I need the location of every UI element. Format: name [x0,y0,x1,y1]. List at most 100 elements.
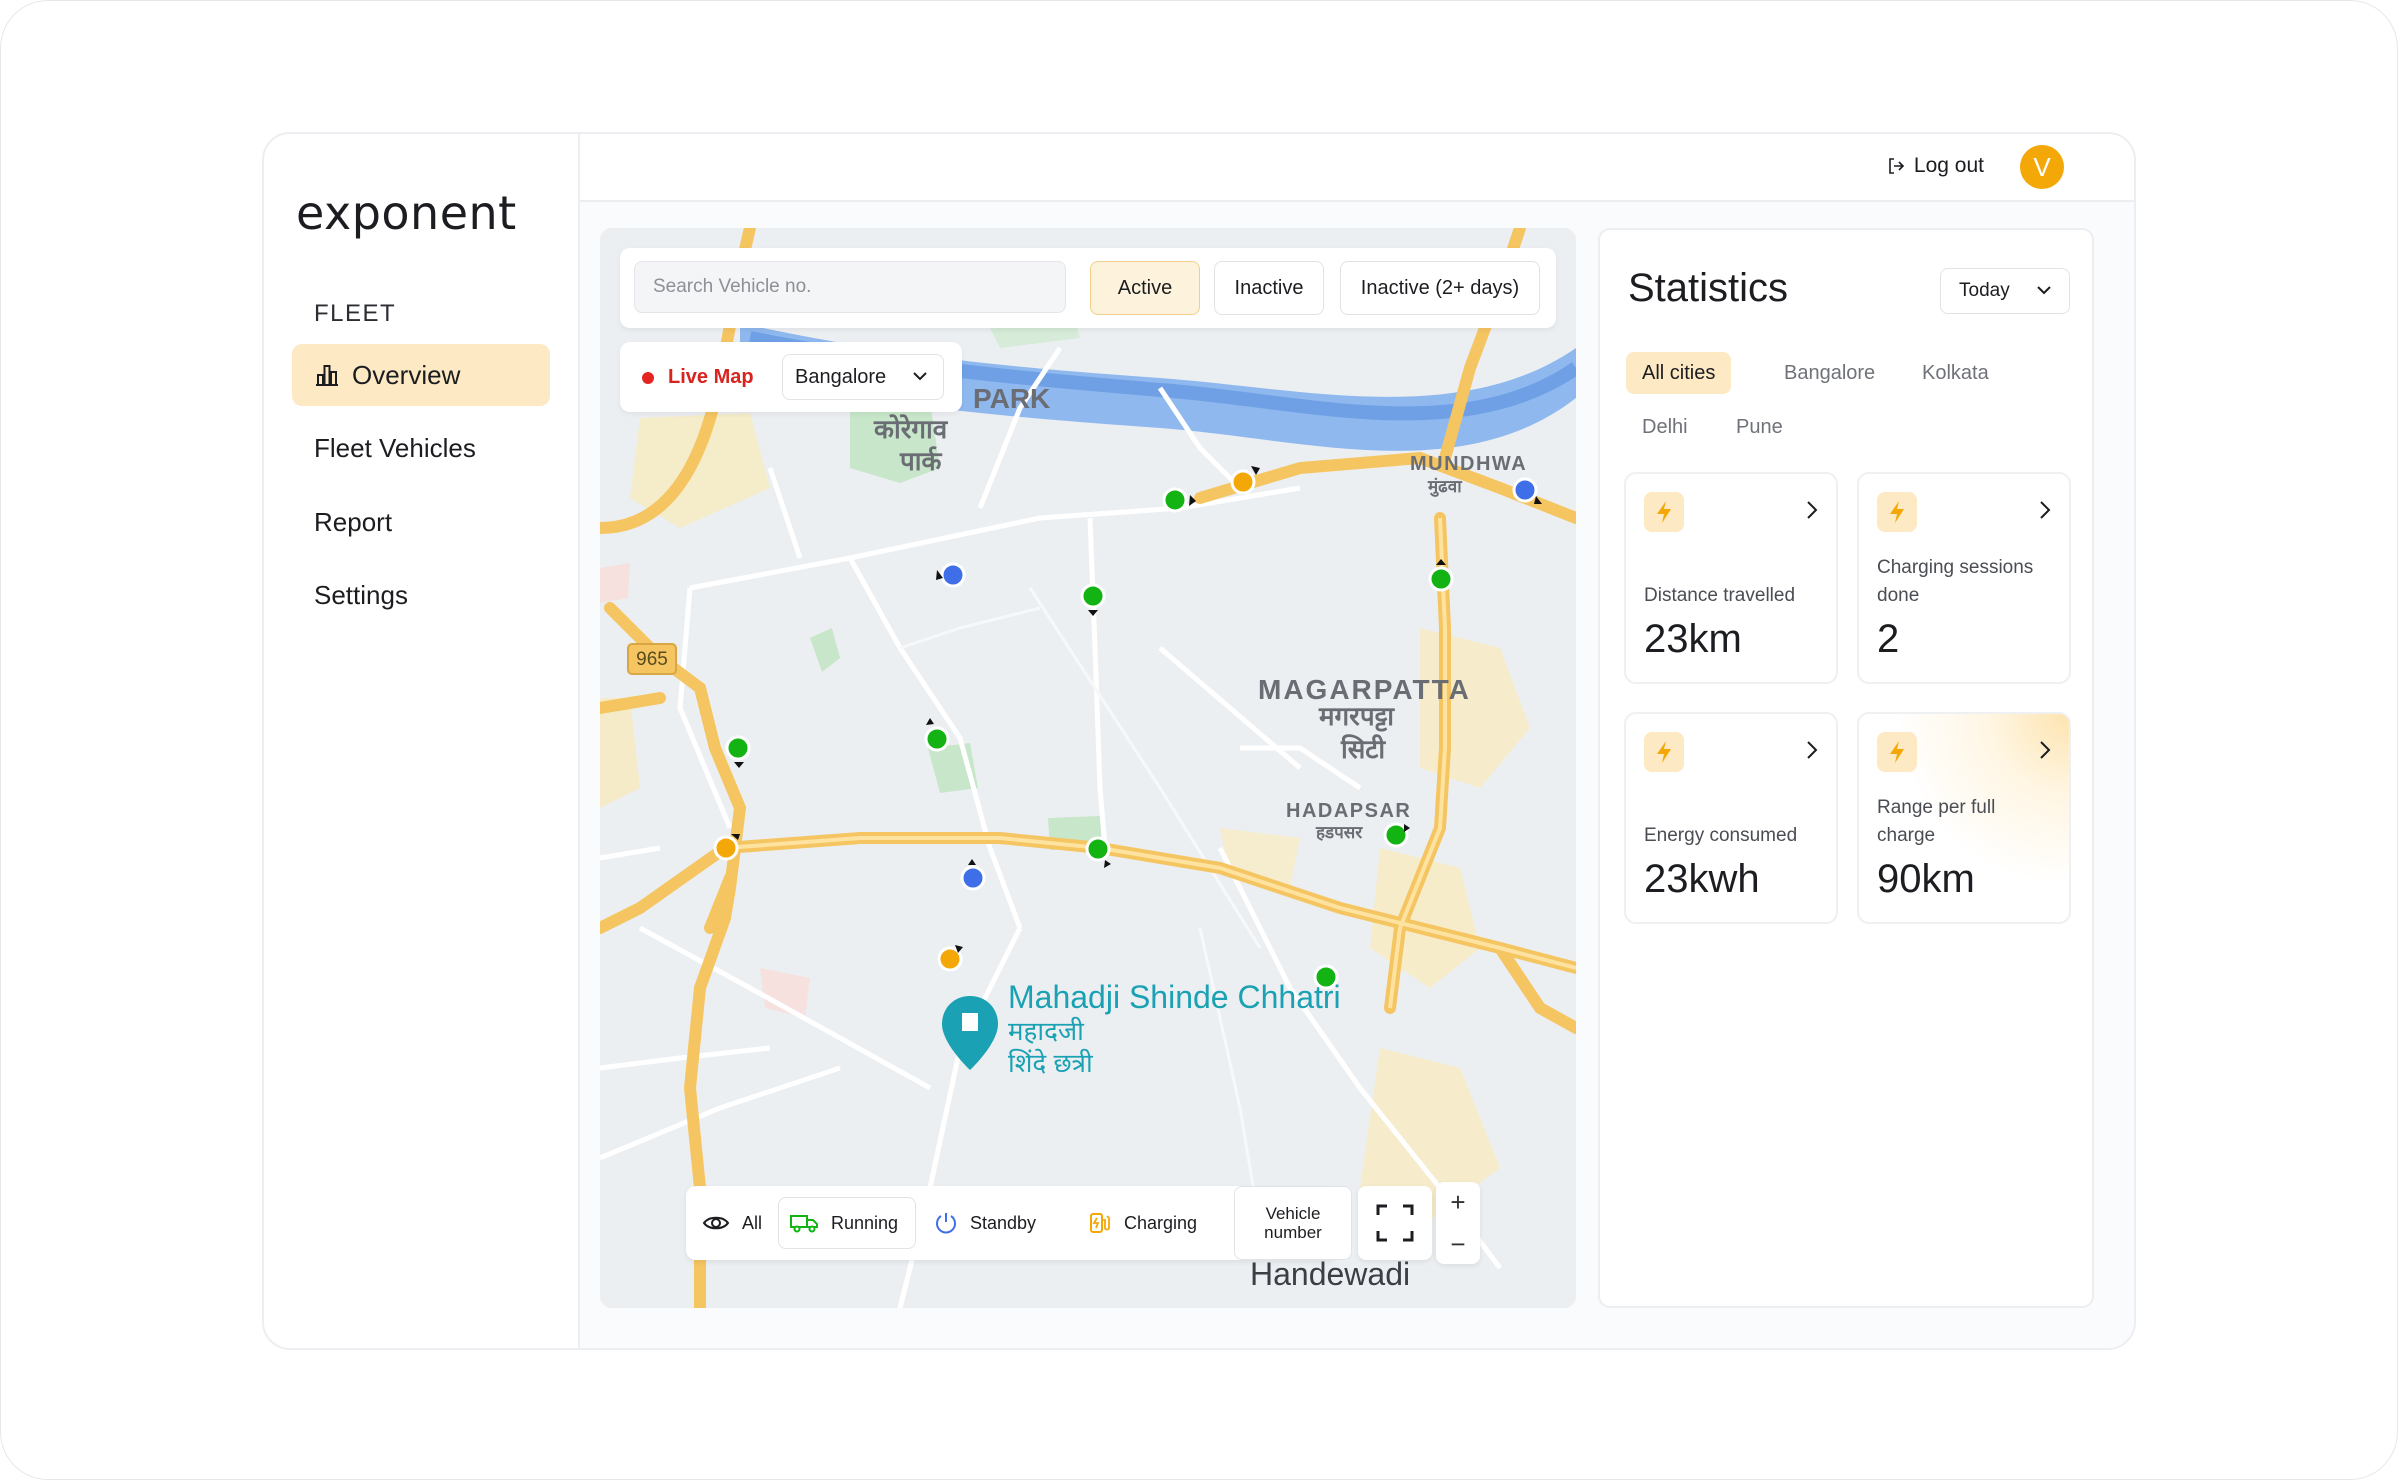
zoom-in-button[interactable]: + [1436,1182,1480,1222]
chevron-right-icon [2039,500,2051,520]
legend-charging[interactable]: Charging [1078,1197,1210,1249]
filter-active-button[interactable]: Active [1090,261,1200,315]
charging-station-icon [1088,1211,1112,1235]
map-label-hadapsar: HADAPSAR [1286,800,1411,822]
vehicle-marker-charging[interactable] [715,837,737,859]
map-label-magarpatta-hi-1: मगरपट्टा [1318,701,1395,732]
chevron-right-icon [1806,500,1818,520]
vehicle-marker-charging[interactable] [1232,471,1254,493]
stat-label: Charging sessions done [1877,554,2063,610]
top-bar: Log out V [580,134,2134,202]
city-select[interactable]: Bangalore [782,354,944,400]
sidebar-item-report[interactable]: Report [292,491,550,553]
map-label-park: PARK [973,383,1050,414]
lightning-icon [1877,492,1917,532]
city-tab-all[interactable]: All cities [1626,352,1731,394]
stat-card-energy[interactable]: Energy consumed 23kwh [1624,712,1838,924]
lightning-icon [1644,492,1684,532]
sidebar: exponent FLEET Overview Fleet Vehicles R… [264,134,580,1348]
sidebar-section-label: FLEET [314,300,396,328]
map-label-hadapsar-hi: हडपसर [1315,823,1363,842]
app-window: exponent FLEET Overview Fleet Vehicles R… [262,132,2136,1350]
vehicle-marker-running[interactable] [1082,585,1104,607]
vehicle-marker-standby[interactable] [962,867,984,889]
sidebar-item-label: Overview [352,360,460,391]
sidebar-item-label: Settings [314,580,408,611]
legend-standby[interactable]: Standby [924,1197,1056,1249]
stat-card-distance[interactable]: Distance travelled 23km [1624,472,1838,684]
avatar[interactable]: V [2020,145,2064,189]
poi-label: Mahadji Shinde Chhatri [1008,979,1341,1015]
statistics-panel: Statistics Today All cities Bangalore Ko… [1598,228,2094,1308]
stat-card-range[interactable]: Range per full charge 90km [1857,712,2071,924]
poi-label-hi-2: शिंदे छत्री [1008,1048,1094,1078]
chevron-right-icon [1806,740,1818,760]
stat-label: Range per full charge [1877,794,1997,850]
map-label-mundhwa-hi: मुंढवा [1427,477,1462,497]
vehicle-marker-running[interactable] [1385,824,1407,846]
legend-all-label: All [742,1213,762,1234]
city-tab-delhi[interactable]: Delhi [1626,406,1704,448]
vehicle-marker-standby[interactable] [1514,479,1536,501]
zoom-controls: + − [1436,1182,1480,1264]
zoom-out-button[interactable]: − [1436,1224,1480,1264]
legend-standby-label: Standby [970,1213,1036,1234]
logo: exponent [296,186,517,240]
sidebar-item-label: Fleet Vehicles [314,433,476,464]
fullscreen-icon [1375,1203,1415,1243]
chevron-down-icon [911,370,929,382]
stat-value: 90km [1877,857,1975,902]
fullscreen-button[interactable] [1358,1186,1432,1260]
search-vehicle-input[interactable]: Search Vehicle no. [634,261,1066,313]
legend-running[interactable]: Running [778,1197,916,1249]
city-tab-bangalore[interactable]: Bangalore [1768,352,1891,394]
period-select-value: Today [1959,280,2010,302]
map-label-handewadi: Handewadi [1250,1256,1410,1292]
vehicle-marker-running[interactable] [727,737,749,759]
legend-all[interactable]: All [692,1197,776,1249]
logout-label: Log out [1914,154,1984,178]
vehicle-marker-running[interactable] [1315,966,1337,988]
period-select[interactable]: Today [1940,268,2070,314]
sidebar-item-overview[interactable]: Overview [292,344,550,406]
sidebar-item-fleet-vehicles[interactable]: Fleet Vehicles [292,417,550,479]
legend-running-label: Running [831,1213,898,1234]
vehicle-marker-running[interactable] [1087,838,1109,860]
vehicle-marker-standby[interactable] [942,564,964,586]
chevron-down-icon [2035,284,2053,296]
map-label-mundhwa: MUNDHWA [1410,453,1527,475]
stat-value: 23km [1644,617,1742,662]
stat-label: Energy consumed [1644,822,1830,850]
live-map[interactable]: 965 PARK MUNDHWA मुंढवा MAGARPATTA मगरपट… [600,228,1576,1308]
vehicle-number-button[interactable]: Vehicle number [1234,1186,1352,1260]
sidebar-item-label: Report [314,507,392,538]
stat-card-charging-sessions[interactable]: Charging sessions done 2 [1857,472,2071,684]
city-tab-pune[interactable]: Pune [1720,406,1799,448]
stat-value: 23kwh [1644,857,1760,902]
bar-chart-icon [314,363,340,387]
map-label-koregaon-1: कोरेगाव [873,414,949,444]
vehicle-marker-running[interactable] [926,728,948,750]
legend-charging-label: Charging [1124,1213,1197,1234]
city-tab-kolkata[interactable]: Kolkata [1906,352,2005,394]
city-select-value: Bangalore [795,366,886,389]
vehicle-marker-running[interactable] [1164,489,1186,511]
stat-value: 2 [1877,617,1899,662]
sidebar-item-settings[interactable]: Settings [292,564,550,626]
lightning-icon [1877,732,1917,772]
vehicle-marker-running[interactable] [1430,568,1452,590]
logout-button[interactable]: Log out [1886,154,1984,178]
poi-label-hi-1: महादजी [1008,1016,1085,1046]
logout-icon [1886,156,1906,176]
map-label-koregaon-2: पार्क [899,446,943,476]
filter-inactive-button[interactable]: Inactive [1214,261,1324,315]
live-map-bar: Live Map Bangalore [620,342,962,412]
live-dot-icon [642,372,654,384]
filter-inactive-2days-button[interactable]: Inactive (2+ days) [1340,261,1540,315]
chevron-right-icon [2039,740,2051,760]
stat-label: Distance travelled [1644,582,1830,610]
truck-icon [789,1213,819,1233]
lightning-icon [1644,732,1684,772]
live-map-label: Live Map [668,366,754,389]
live-map-indicator: Live Map [642,366,754,389]
